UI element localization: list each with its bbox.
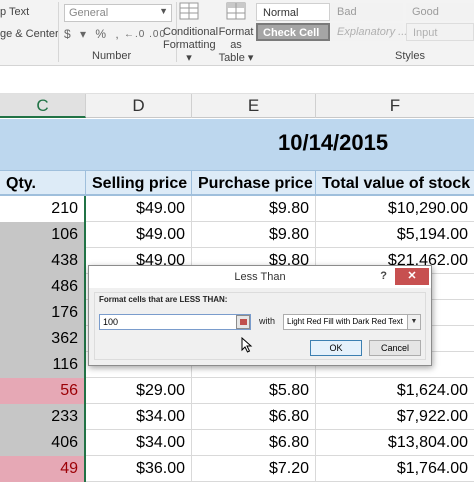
style-normal[interactable]: Normal [256,3,330,21]
conditional-formatting-icon [179,2,199,20]
mouse-cursor-icon [241,337,253,353]
selling-price-cell[interactable]: $34.00 [86,404,192,430]
selling-price-cell[interactable]: $49.00 [86,196,192,222]
style-bad[interactable]: Bad [331,3,403,21]
style-input[interactable]: Input [406,23,474,41]
threshold-input[interactable]: 100 [99,314,251,330]
total-value-cell[interactable]: $10,290.00 [316,196,474,222]
column-header-e[interactable]: E [192,94,316,118]
header-selling-price[interactable]: Selling price [86,171,192,196]
help-icon[interactable]: ? [380,266,387,286]
qty-cell[interactable]: 362 [0,326,86,352]
conditional-formatting-label-1: Conditional [163,26,219,38]
table-row: 56 $29.00 $5.80 $1,624.00 [0,378,474,404]
formula-bar-area [0,67,474,93]
format-as-table-button[interactable]: Format as Table ▾ [216,0,256,65]
header-total-value[interactable]: Total value of stock [316,171,474,196]
style-check-cell[interactable]: Check Cell [256,23,330,41]
qty-cell[interactable]: 233 [0,404,86,430]
selling-price-cell[interactable]: $49.00 [86,222,192,248]
column-header-d[interactable]: D [86,94,192,118]
conditional-formatting-label-2: Formatting ▾ [163,39,216,64]
chevron-down-icon: ▼ [407,315,420,329]
table-row: 406 $34.00 $6.80 $13,804.00 [0,430,474,456]
table-row: 49 $36.00 $7.20 $1,764.00 [0,456,474,482]
less-than-dialog: Less Than ? ✕ Format cells that are LESS… [88,265,432,366]
purchase-price-cell[interactable]: $6.80 [192,404,316,430]
table-row: 106 $49.00 $9.80 $5,194.00 [0,222,474,248]
format-style-select[interactable]: Light Red Fill with Dark Red Text ▼ [283,314,421,330]
purchase-price-cell[interactable]: $9.80 [192,222,316,248]
dialog-prompt: Format cells that are LESS THAN: [99,295,228,304]
qty-cell[interactable]: 106 [0,222,86,248]
ribbon: p Text ge & Center General ▼ $ ▾ % , ←.0… [0,0,474,66]
qty-cell[interactable]: 56 [0,378,86,404]
purchase-price-cell[interactable]: $5.80 [192,378,316,404]
conditional-formatting-button[interactable]: Conditional Formatting ▾ [163,0,219,65]
cancel-button[interactable]: Cancel [369,340,421,356]
total-value-cell[interactable]: $1,624.00 [316,378,474,404]
wrap-text-button[interactable]: p Text [0,6,29,18]
qty-cell[interactable]: 486 [0,274,86,300]
style-good[interactable]: Good [406,3,474,21]
qty-cell[interactable]: 176 [0,300,86,326]
number-group-label: Number [92,50,132,62]
header-purchase-price[interactable]: Purchase price [192,171,316,196]
with-label: with [259,316,276,326]
total-value-cell[interactable]: $7,922.00 [316,404,474,430]
format-as-table-icon [226,2,246,20]
purchase-price-cell[interactable]: $7.20 [192,456,316,482]
date-band [0,119,474,171]
format-style-value: Light Red Fill with Dark Red Text [287,317,403,326]
purchase-price-cell[interactable]: $9.80 [192,196,316,222]
column-headers: C D E F [0,93,474,118]
date-cell[interactable]: 10/14/2015 [278,130,388,156]
selling-price-cell[interactable]: $34.00 [86,430,192,456]
style-explanatory[interactable]: Explanatory ... [331,23,407,41]
styles-group-label: Styles [395,50,425,62]
selling-price-cell[interactable]: $36.00 [86,456,192,482]
format-as-table-label-1: Format as [218,26,254,51]
purchase-price-cell[interactable]: $6.80 [192,430,316,456]
table-row: 233 $34.00 $6.80 $7,922.00 [0,404,474,430]
header-qty[interactable]: Qty. [0,171,86,196]
total-value-cell[interactable]: $5,194.00 [316,222,474,248]
number-format-value: General [69,7,109,19]
ok-button[interactable]: OK [310,340,362,356]
format-as-table-label-2: Table ▾ [218,52,254,64]
total-value-cell[interactable]: $13,804.00 [316,430,474,456]
column-header-c[interactable]: C [0,94,86,118]
qty-cell[interactable]: 49 [0,456,86,482]
collapse-dialog-icon[interactable] [236,315,250,329]
qty-cell[interactable]: 438 [0,248,86,274]
qty-cell[interactable]: 406 [0,430,86,456]
merge-center-button[interactable]: ge & Center [0,28,59,40]
table-row: 210 $49.00 $9.80 $10,290.00 [0,196,474,222]
number-format-dropdown[interactable]: General ▼ [64,4,172,22]
number-format-buttons[interactable]: $ ▾ % , [64,27,122,41]
close-button[interactable]: ✕ [395,268,429,285]
qty-cell[interactable]: 210 [0,196,86,222]
qty-cell[interactable]: 116 [0,352,86,378]
column-header-f[interactable]: F [316,94,474,118]
decimal-buttons[interactable]: ←.0 .00 [124,29,166,40]
selling-price-cell[interactable]: $29.00 [86,378,192,404]
ribbon-separator [58,2,59,62]
total-value-cell[interactable]: $1,764.00 [316,456,474,482]
